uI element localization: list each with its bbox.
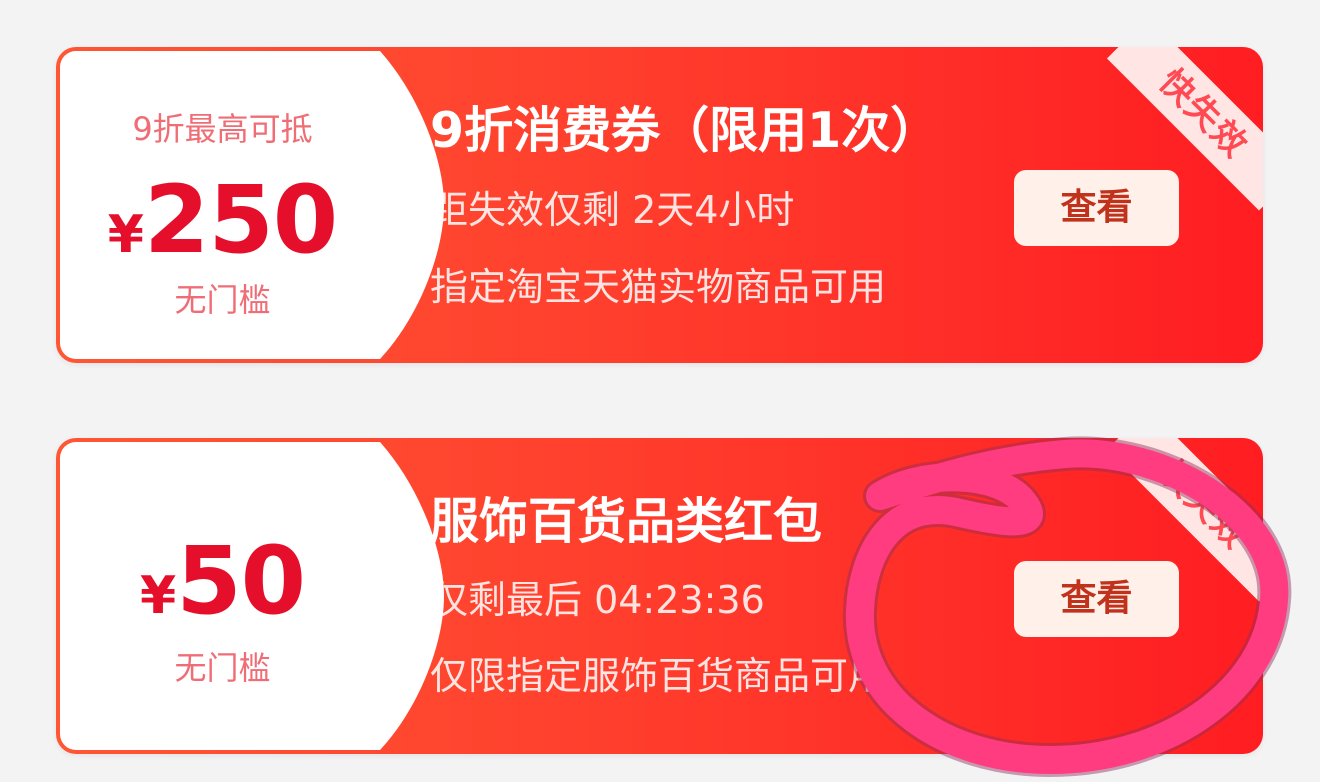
coupon-expiry-text: 仅剩最后 04:23:36	[430, 578, 765, 622]
coupon-value-panel: ¥50 无门槛	[60, 442, 444, 750]
coupon-title: 服饰百货品类红包	[430, 493, 823, 550]
amount-value: 250	[143, 166, 338, 275]
currency-symbol: ¥	[107, 205, 144, 265]
view-button[interactable]: 查看	[1014, 561, 1179, 637]
coupon-title: 9折消费券（限用1次）	[430, 102, 940, 159]
coupon-expiry-text: 距失效仅剩 2天4小时	[430, 188, 795, 232]
coupon-value-panel: 9折最高可抵 ¥250 无门槛	[60, 51, 444, 359]
coupon-threshold: 无门槛	[174, 281, 271, 319]
coupon-condition: 9折最高可抵	[132, 110, 313, 148]
coupon-amount: ¥250	[60, 166, 385, 275]
coupon-scope-text: 指定淘宝天猫实物商品可用	[430, 265, 887, 309]
coupon-threshold: 无门槛	[174, 649, 271, 687]
view-button[interactable]: 查看	[1014, 170, 1179, 246]
currency-symbol: ¥	[140, 566, 177, 626]
coupon-amount: ¥50	[60, 527, 385, 636]
coupon-card-2[interactable]: ¥50 无门槛 服饰百货品类红包 仅剩最后 04:23:36 仅限指定服饰百货商…	[56, 438, 1263, 754]
amount-value: 50	[176, 527, 305, 636]
coupon-card-1[interactable]: 9折最高可抵 ¥250 无门槛 9折消费券（限用1次） 距失效仅剩 2天4小时 …	[56, 47, 1263, 363]
coupon-scope-text: 仅限指定服饰百货商品可用	[430, 654, 887, 698]
